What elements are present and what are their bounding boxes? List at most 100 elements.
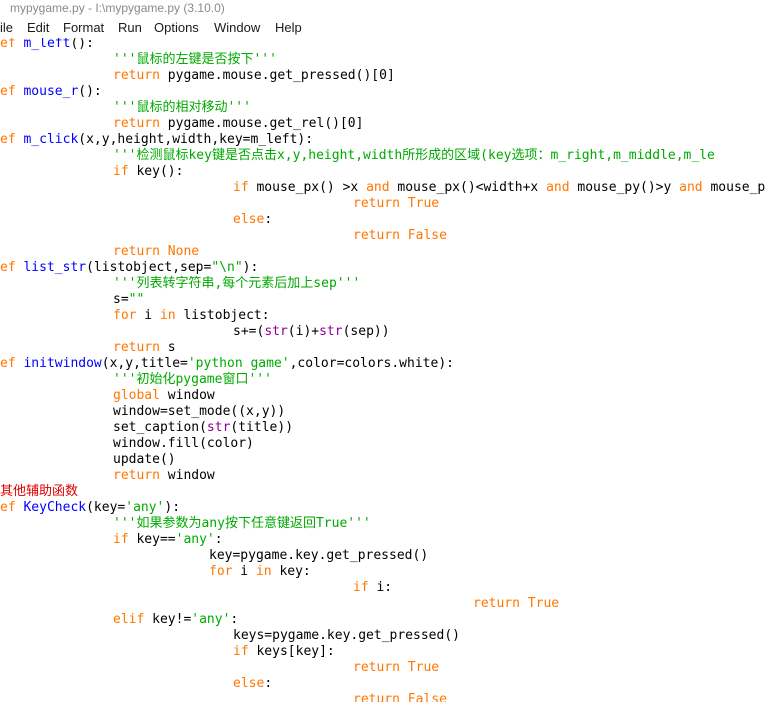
string-token: "" [128,292,145,307]
text-token: set_caption( [113,420,207,435]
code-line: if key(): [113,164,183,180]
text-token: key=pygame.key.get_pressed() [209,548,429,563]
text-token: i [232,564,256,579]
string-token: '''列表转字符串,每个元素后加上sep''' [113,276,361,291]
keyword-token: return True [353,196,440,211]
keyword-token: ef [0,38,24,51]
code-line: return False [353,692,447,702]
code-line: ef KeyCheck(key='any'): [0,500,180,516]
code-line: s="" [113,292,144,308]
code-line: return False [353,228,447,244]
menu-window[interactable]: Window [214,20,260,35]
keyword-token: ef [0,356,24,371]
text-token: (key= [86,500,126,515]
keyword-token: in [159,308,176,323]
string-token: 'python game' [187,356,290,371]
code-line: return None [113,244,199,260]
keyword-token: for [113,308,137,323]
text-token: key!= [144,612,192,627]
code-line: keys=pygame.key.get_pressed() [233,628,460,644]
menu-format[interactable]: Format [63,20,104,35]
menu-file[interactable]: ile [0,20,13,35]
code-line: return True [473,596,559,612]
keyword-token: return [113,116,160,131]
keyword-token: in [255,564,272,579]
menu-run[interactable]: Run [118,20,142,35]
code-line: return window [113,468,215,484]
string-token: 'any' [191,612,231,627]
builtin-token: str [319,324,343,339]
text-token: window=set_mode((x,y)) [113,404,286,419]
menu-edit[interactable]: Edit [27,20,49,35]
code-line: '''鼠标的相对移动''' [113,100,251,116]
code-line: set_caption(str(title)) [113,420,293,436]
definition-token: list_str [23,260,87,275]
definition-token: initwindow [23,356,102,371]
code-line: ef initwindow(x,y,title='python game',co… [0,356,454,372]
code-line: window.fill(color) [113,436,254,452]
text-token: mouse_p [702,180,766,195]
text-token: (): [78,84,102,99]
keyword-token: else [233,212,265,227]
string-token: 'any' [175,532,215,547]
text-token: (listobject,sep= [86,260,212,275]
builtin-token: str [264,324,288,339]
keyword-token: ef [0,84,24,99]
text-token: keys=pygame.key.get_pressed() [233,628,460,643]
keyword-token: ef [0,132,24,147]
keyword-token: global [113,388,160,403]
text-token: s= [113,292,129,307]
menu-bar: ile Edit Format Run Options Window Help [0,18,777,38]
code-line: if i: [353,580,392,596]
code-editor[interactable]: ef m_left(): '''鼠标的左键是否按下''' return pyga… [0,38,777,702]
text-token: ): [242,260,259,275]
window-title: mypygame.py - I:\mypygame.py (3.10.0) [10,1,225,15]
text-token: : [214,532,223,547]
text-token: (x,y,title= [101,356,188,371]
definition-token: KeyCheck [23,500,87,515]
string-token: "\n" [211,260,243,275]
definition-token: m_click [23,132,79,147]
menu-options[interactable]: Options [154,20,199,35]
text-token: update() [113,452,176,467]
title-bar: mypygame.py - I:\mypygame.py (3.10.0) [0,0,777,18]
text-token: : [264,676,273,691]
text-token: listobject: [175,308,270,323]
text-token: i: [368,580,393,595]
menu-help[interactable]: Help [275,20,302,35]
keyword-token: return [113,468,160,483]
code-line: return True [353,660,439,676]
definition-token: mouse_r [23,84,79,99]
keyword-token: return [113,68,160,83]
keyword-token: for [209,564,233,579]
text-token: pygame.mouse.get_pressed()[0] [159,68,395,83]
code-line: return s [113,340,176,356]
keyword-token: return [113,340,160,355]
keyword-token: return True [353,660,440,675]
text-token: keys[key]: [248,644,335,659]
code-line: return pygame.mouse.get_rel()[0] [113,116,363,132]
code-line: ef list_str(listobject,sep="\n"): [0,260,258,276]
string-token: '''如果参数为any按下任意键返回True''' [113,516,371,531]
keyword-token: if [353,580,369,595]
text-token: ): [164,500,181,515]
text-token: mouse_py()>y [569,180,680,195]
code-line: else: [233,212,272,228]
code-line: global window [113,388,215,404]
code-line: if key=='any': [113,532,223,548]
text-token: (i)+ [287,324,320,339]
code-line: update() [113,452,176,468]
code-line: '''检测鼠标key键是否点击x,y,height,width所形成的区域(ke… [113,148,715,164]
code-line: window=set_mode((x,y)) [113,404,285,420]
keyword-token: and [679,180,703,195]
code-line: ef mouse_r(): [0,84,102,100]
code-line: else: [233,676,272,692]
text-token: ,color=colors.white): [289,356,454,371]
string-token: '''鼠标的左键是否按下''' [113,52,277,67]
keyword-token: if [233,644,249,659]
text-token: s+=( [233,324,265,339]
keyword-token: if [233,180,249,195]
text-token: pygame.mouse.get_rel()[0] [159,116,364,131]
text-token: mouse_px()<width+x [389,180,547,195]
keyword-token: if [113,532,129,547]
